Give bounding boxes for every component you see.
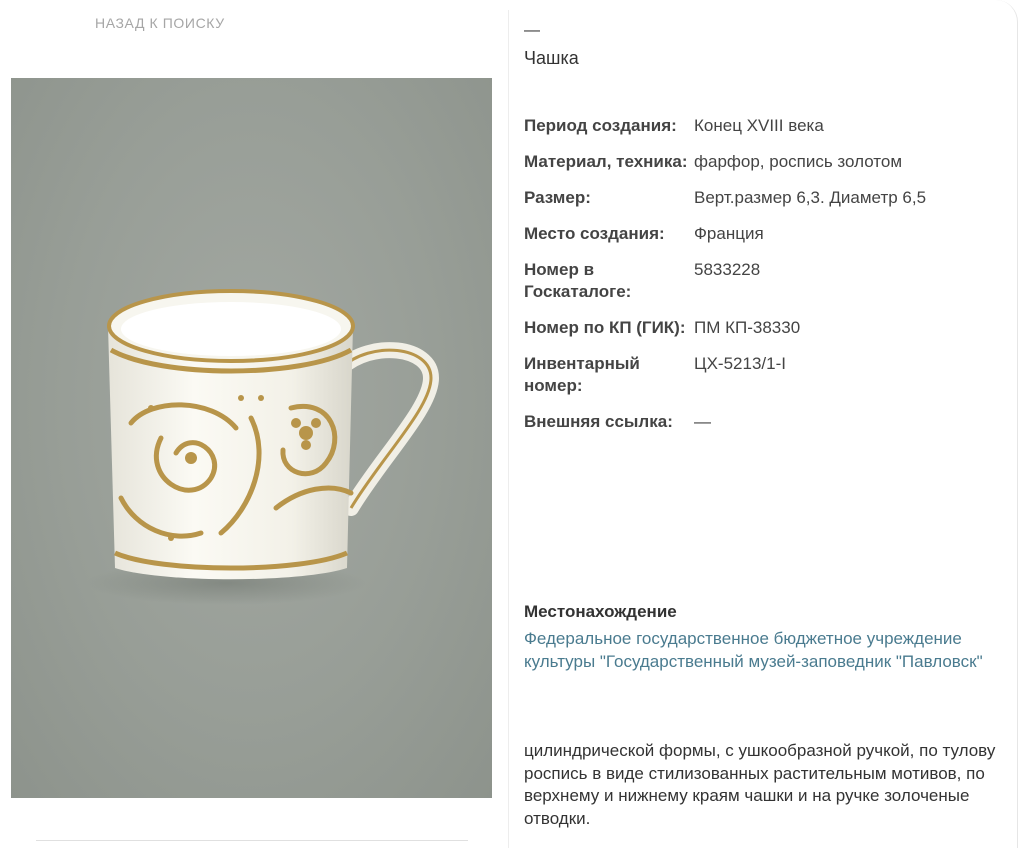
back-to-search-link[interactable]: НАЗАД К ПОИСКУ [95, 15, 225, 31]
property-row: Внешняя ссылка: — [524, 411, 1004, 433]
property-row: Размер: Верт.размер 6,3. Диаметр 6,5 [524, 187, 1004, 209]
property-row: Период создания: Конец XVIII века [524, 115, 1004, 137]
author-placeholder: — [524, 22, 540, 39]
property-label: Инвентарный номер: [524, 354, 640, 395]
property-label: Материал, техника: [524, 152, 688, 171]
property-row: Материал, техника: фарфор, роспись золот… [524, 151, 1004, 173]
property-value: фарфор, роспись золотом [694, 152, 903, 171]
property-value: Верт.размер 6,3. Диаметр 6,5 [694, 188, 927, 207]
property-label: Место создания: [524, 224, 665, 243]
item-card: НАЗАД К ПОИСКУ — Чашка Период создания: … [0, 0, 1018, 848]
property-row: Инвентарный номер: ЦХ-5213/1-I [524, 353, 1004, 397]
property-row: Номер в Госкаталоге: 5833228 [524, 259, 1004, 303]
properties-list: Период создания: Конец XVIII века Матери… [524, 115, 1004, 447]
left-divider-line [36, 840, 468, 841]
property-row: Место создания: Франция [524, 223, 1004, 245]
item-description: цилиндрической формы, с ушкообразной руч… [524, 741, 996, 828]
property-label: Номер в Госкаталоге: [524, 260, 632, 301]
property-row: Номер по КП (ГИК): ПМ КП-38330 [524, 317, 1004, 339]
item-title: Чашка [524, 48, 579, 68]
property-value: Конец XVIII века [694, 116, 824, 135]
cup-illustration [86, 289, 440, 605]
property-value: 5833228 [694, 260, 761, 279]
property-label: Период создания: [524, 116, 677, 135]
property-value: — [694, 412, 711, 431]
property-label: Размер: [524, 188, 591, 207]
property-label: Внешняя ссылка: [524, 412, 673, 431]
item-photo[interactable] [11, 78, 492, 798]
property-value: ПМ КП-38330 [694, 318, 801, 337]
column-divider [508, 10, 509, 848]
property-value: Франция [694, 224, 764, 243]
property-value: ЦХ-5213/1-I [694, 354, 786, 373]
property-label: Номер по КП (ГИК): [524, 318, 686, 337]
location-heading: Местонахождение [524, 602, 677, 621]
location-link[interactable]: Федеральное государственное бюджетное уч… [524, 628, 994, 673]
